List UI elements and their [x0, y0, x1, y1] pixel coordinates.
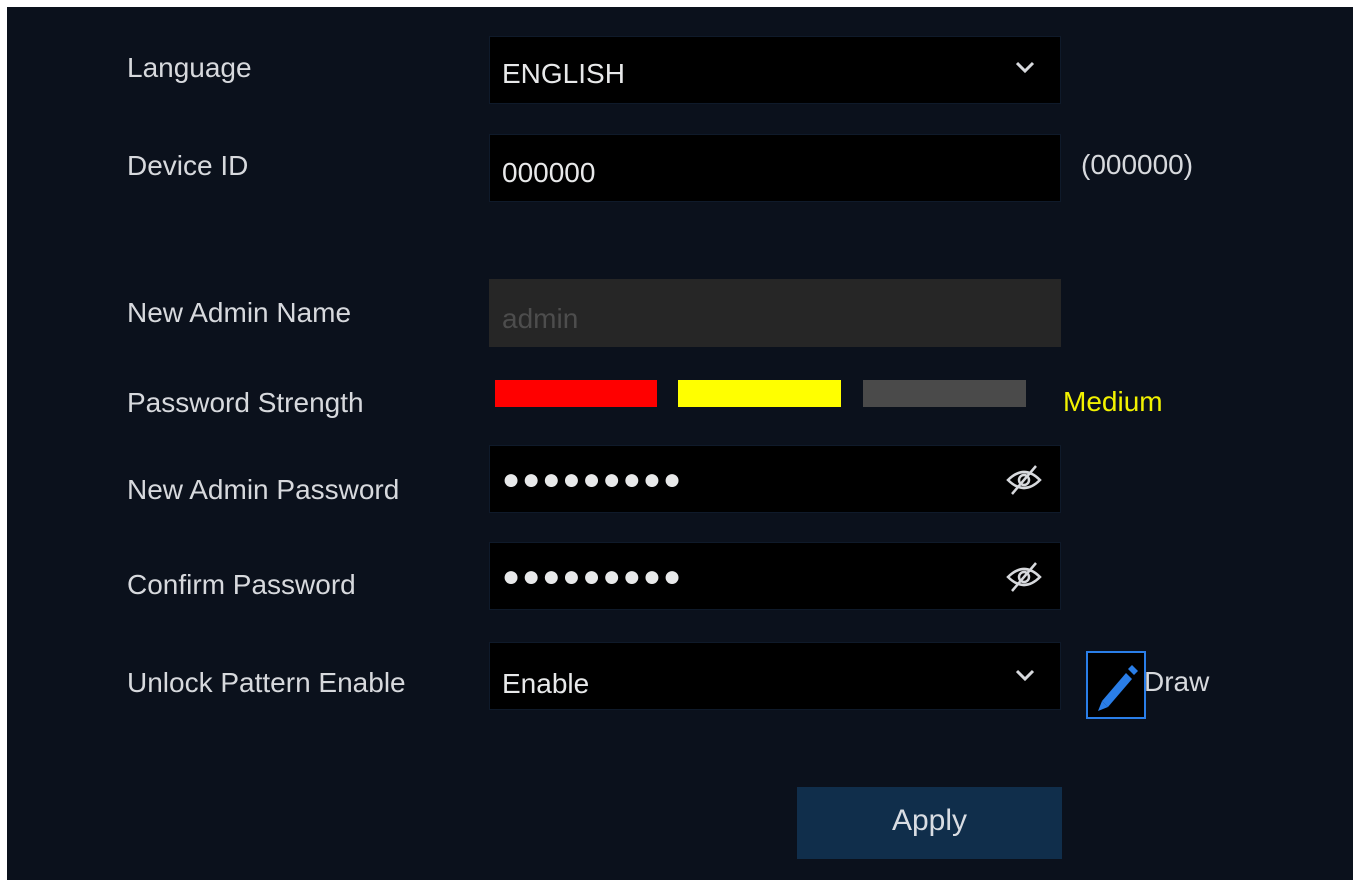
eye-hidden-icon[interactable] — [1004, 557, 1044, 597]
pencil-icon — [1098, 665, 1138, 711]
draw-label: Draw — [1144, 666, 1210, 697]
unlock-pattern-label: Unlock Pattern Enable — [127, 667, 406, 698]
strength-text: Medium — [1063, 386, 1163, 417]
password-strength-label: Password Strength — [127, 387, 364, 418]
device-id-label: Device ID — [127, 150, 249, 181]
confirm-password-input[interactable]: ●●●●●●●●● — [489, 542, 1061, 610]
unlock-pattern-value: Enable — [502, 668, 590, 699]
settings-panel: Language ENGLISH Device ID 000000 (00000… — [7, 7, 1353, 880]
admin-password-label: New Admin Password — [127, 474, 400, 505]
strength-bar-weak — [495, 380, 657, 407]
admin-password-mask: ●●●●●●●●● — [502, 463, 684, 496]
chevron-down-icon — [1015, 669, 1035, 682]
language-select[interactable]: ENGLISH — [489, 36, 1061, 104]
device-id-input[interactable]: 000000 — [489, 134, 1061, 202]
admin-name-input: admin — [489, 279, 1061, 347]
unlock-pattern-select[interactable]: Enable — [489, 642, 1061, 710]
draw-pattern-button[interactable] — [1086, 651, 1146, 719]
chevron-down-icon — [1015, 61, 1035, 74]
strength-bar-strong — [863, 380, 1026, 407]
eye-hidden-icon[interactable] — [1004, 460, 1044, 500]
device-id-hint: (000000) — [1081, 149, 1194, 180]
language-label: Language — [127, 52, 252, 83]
confirm-password-mask: ●●●●●●●●● — [502, 560, 684, 593]
device-id-value: 000000 — [502, 157, 596, 188]
strength-bar-medium — [678, 380, 841, 407]
apply-button[interactable]: Apply — [797, 787, 1062, 859]
admin-password-input[interactable]: ●●●●●●●●● — [489, 445, 1061, 513]
admin-name-value: admin — [502, 303, 579, 334]
admin-name-label: New Admin Name — [127, 297, 352, 328]
confirm-password-label: Confirm Password — [127, 569, 356, 600]
language-value: ENGLISH — [502, 58, 625, 89]
